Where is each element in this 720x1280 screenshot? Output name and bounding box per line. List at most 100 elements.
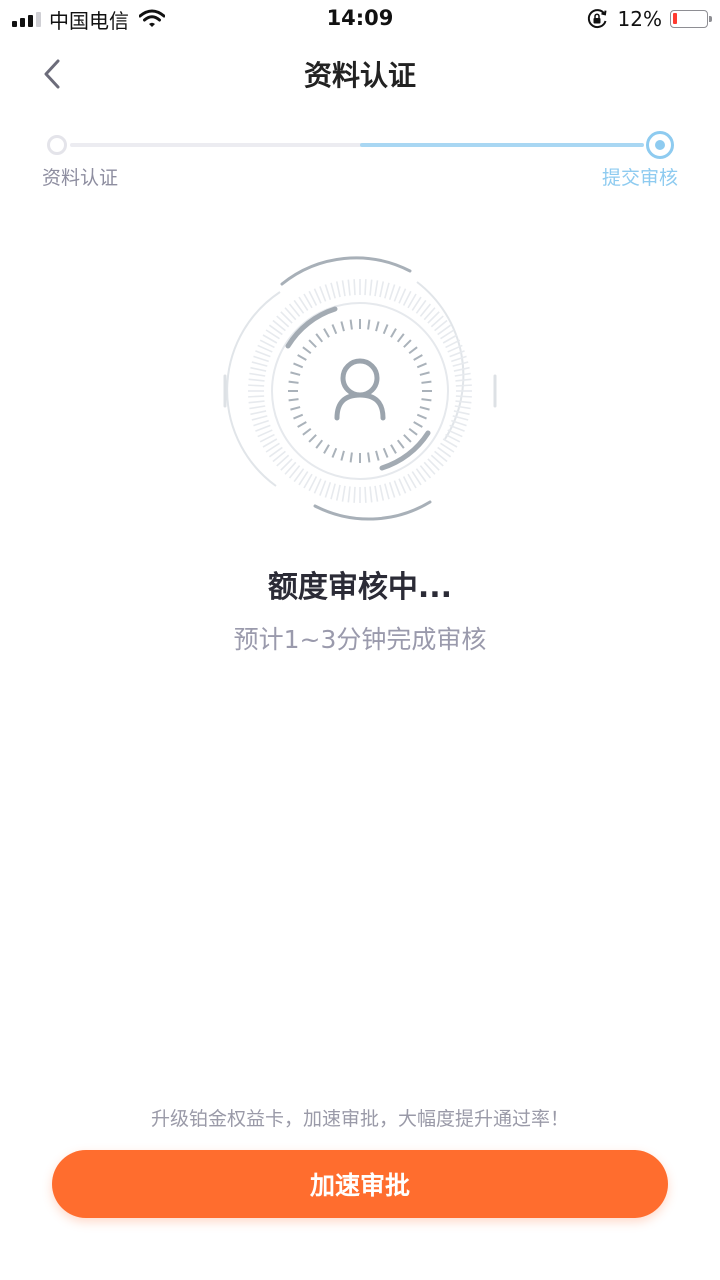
tick-ring-inner-tick	[375, 321, 380, 332]
tick-ring-inner-tick	[419, 371, 430, 376]
tick-ring-outer-tick	[455, 400, 472, 404]
tick-ring-inner-tick	[323, 444, 330, 454]
tick-ring-outer-tick	[251, 415, 268, 421]
tick-ring-inner-tick	[349, 319, 353, 330]
tick-ring-outer-tick	[253, 419, 269, 427]
tick-ring-outer-tick	[353, 486, 356, 503]
tick-ring-outer-tick	[364, 486, 367, 503]
tick-ring-inner-tick	[297, 421, 307, 428]
step-track-completed	[70, 143, 362, 147]
outer-arc-top	[280, 256, 412, 286]
tick-ring-outer-tick	[393, 480, 401, 496]
tick-ring-outer-tick	[341, 280, 346, 297]
tick-ring-outer-tick	[319, 480, 327, 496]
tick-ring-inner-tick	[396, 439, 405, 449]
tick-ring-inner-tick	[331, 324, 338, 335]
tick-ring-outer-tick	[453, 366, 470, 372]
tick-ring-outer-tick	[253, 355, 269, 363]
tick-ring-outer-tick	[451, 355, 467, 363]
step-dot-2	[646, 131, 674, 159]
tick-ring-outer-tick	[248, 395, 265, 398]
tick-ring-outer-tick	[249, 405, 266, 410]
step-label-2: 提交审核	[601, 167, 678, 189]
tick-ring-outer-tick	[384, 282, 390, 299]
tick-ring-inner-tick	[290, 371, 301, 376]
tick-ring-inner-tick	[408, 346, 418, 355]
tick-ring-outer-tick	[454, 405, 471, 410]
tick-ring-outer-tick	[455, 378, 472, 382]
battery-icon	[670, 10, 712, 28]
tick-ring-inner-tick	[288, 398, 299, 402]
upgrade-tip: 升级铂金权益卡，加速审批，大幅度提升通过率！	[150, 1108, 569, 1130]
tick-ring-inner-tick	[421, 380, 432, 384]
tick-ring-inner-tick	[293, 413, 304, 420]
inner-arc-bottom-right	[379, 430, 431, 471]
tick-ring-outer-tick	[398, 478, 407, 494]
tick-ring-inner-tick	[416, 413, 427, 420]
tick-ring-outer-tick	[249, 372, 266, 377]
tick-ring-inner-tick	[390, 444, 397, 454]
tick-ring-inner-tick	[382, 447, 389, 458]
tick-ring-outer-tick	[369, 279, 373, 296]
status-bar: 中国电信 14:09 12%	[0, 0, 720, 40]
tick-ring-outer-tick	[330, 483, 336, 500]
review-scanner	[220, 256, 500, 526]
tick-ring-inner-tick	[416, 362, 427, 369]
tick-ring-outer-tick	[384, 483, 390, 500]
tick-ring-inner-tick	[403, 339, 412, 348]
tick-ring-outer-tick	[398, 288, 407, 304]
tick-ring-outer-tick	[319, 286, 327, 302]
tick-ring-outer-tick	[347, 486, 351, 503]
battery-percent: 12%	[617, 7, 662, 31]
nav-bar: 资料认证	[0, 40, 720, 106]
tick-ring-inner-tick	[323, 328, 330, 338]
tick-ring-outer-tick	[324, 284, 332, 300]
inner-arc-top-left	[285, 306, 338, 349]
tick-ring-outer-tick	[379, 484, 385, 501]
tick-ring-outer-tick	[388, 284, 396, 300]
tick-ring-outer-tick	[255, 424, 271, 432]
progress-steps: 资料认证 提交审核	[0, 128, 720, 192]
tick-ring-outer-tick	[248, 400, 265, 404]
person-icon	[334, 358, 386, 421]
tick-ring-outer-tick	[248, 384, 265, 387]
tick-ring-inner-tick	[288, 380, 299, 384]
tick-ring-outer-tick	[255, 350, 271, 358]
tick-ring-inner-tick	[413, 354, 423, 361]
tick-ring-outer-tick	[248, 378, 265, 382]
tick-ring-outer-tick	[313, 288, 322, 304]
tick-ring-inner-tick	[408, 427, 418, 436]
tick-ring-inner-tick	[367, 319, 371, 330]
tick-ring-outer-tick	[353, 279, 356, 296]
tick-ring-inner-tick	[375, 450, 380, 461]
tick-ring-outer-tick	[379, 281, 385, 298]
tick-ring-outer-tick	[455, 395, 472, 398]
tick-ring-outer-tick	[347, 279, 351, 296]
tick-ring-inner-tick	[302, 427, 312, 436]
tick-ring-outer	[248, 279, 472, 503]
speed-up-button[interactable]: 加速审批	[52, 1150, 668, 1218]
tick-ring-inner-tick	[315, 439, 324, 449]
status-right: 12%	[586, 6, 712, 32]
tick-ring-inner-tick	[413, 421, 423, 428]
tick-ring-inner-tick	[340, 321, 345, 332]
tick-ring-outer-tick	[257, 429, 273, 438]
tick-ring-inner-tick	[293, 362, 304, 369]
tick-ring-inner-tick	[315, 333, 324, 343]
battery-fill	[673, 13, 677, 24]
rotation-lock-icon	[587, 9, 607, 29]
tick-ring-inner-tick	[367, 452, 371, 463]
tick-ring-inner-tick	[331, 447, 338, 458]
tick-ring-outer-tick	[257, 344, 273, 353]
tick-ring-outer-tick	[250, 366, 267, 372]
tick-ring-inner-tick	[421, 398, 432, 402]
tick-ring-outer-tick	[330, 282, 336, 299]
tick-ring-outer-tick	[335, 281, 341, 298]
tick-ring-inner-tick	[390, 328, 397, 338]
outer-arc-bottom	[313, 500, 432, 521]
tick-ring-outer-tick	[313, 478, 322, 494]
step-label-1: 资料认证	[42, 167, 119, 189]
tick-ring-outer-tick	[452, 361, 469, 367]
step-dot-1	[47, 135, 67, 155]
tick-ring-outer-tick	[364, 279, 367, 296]
